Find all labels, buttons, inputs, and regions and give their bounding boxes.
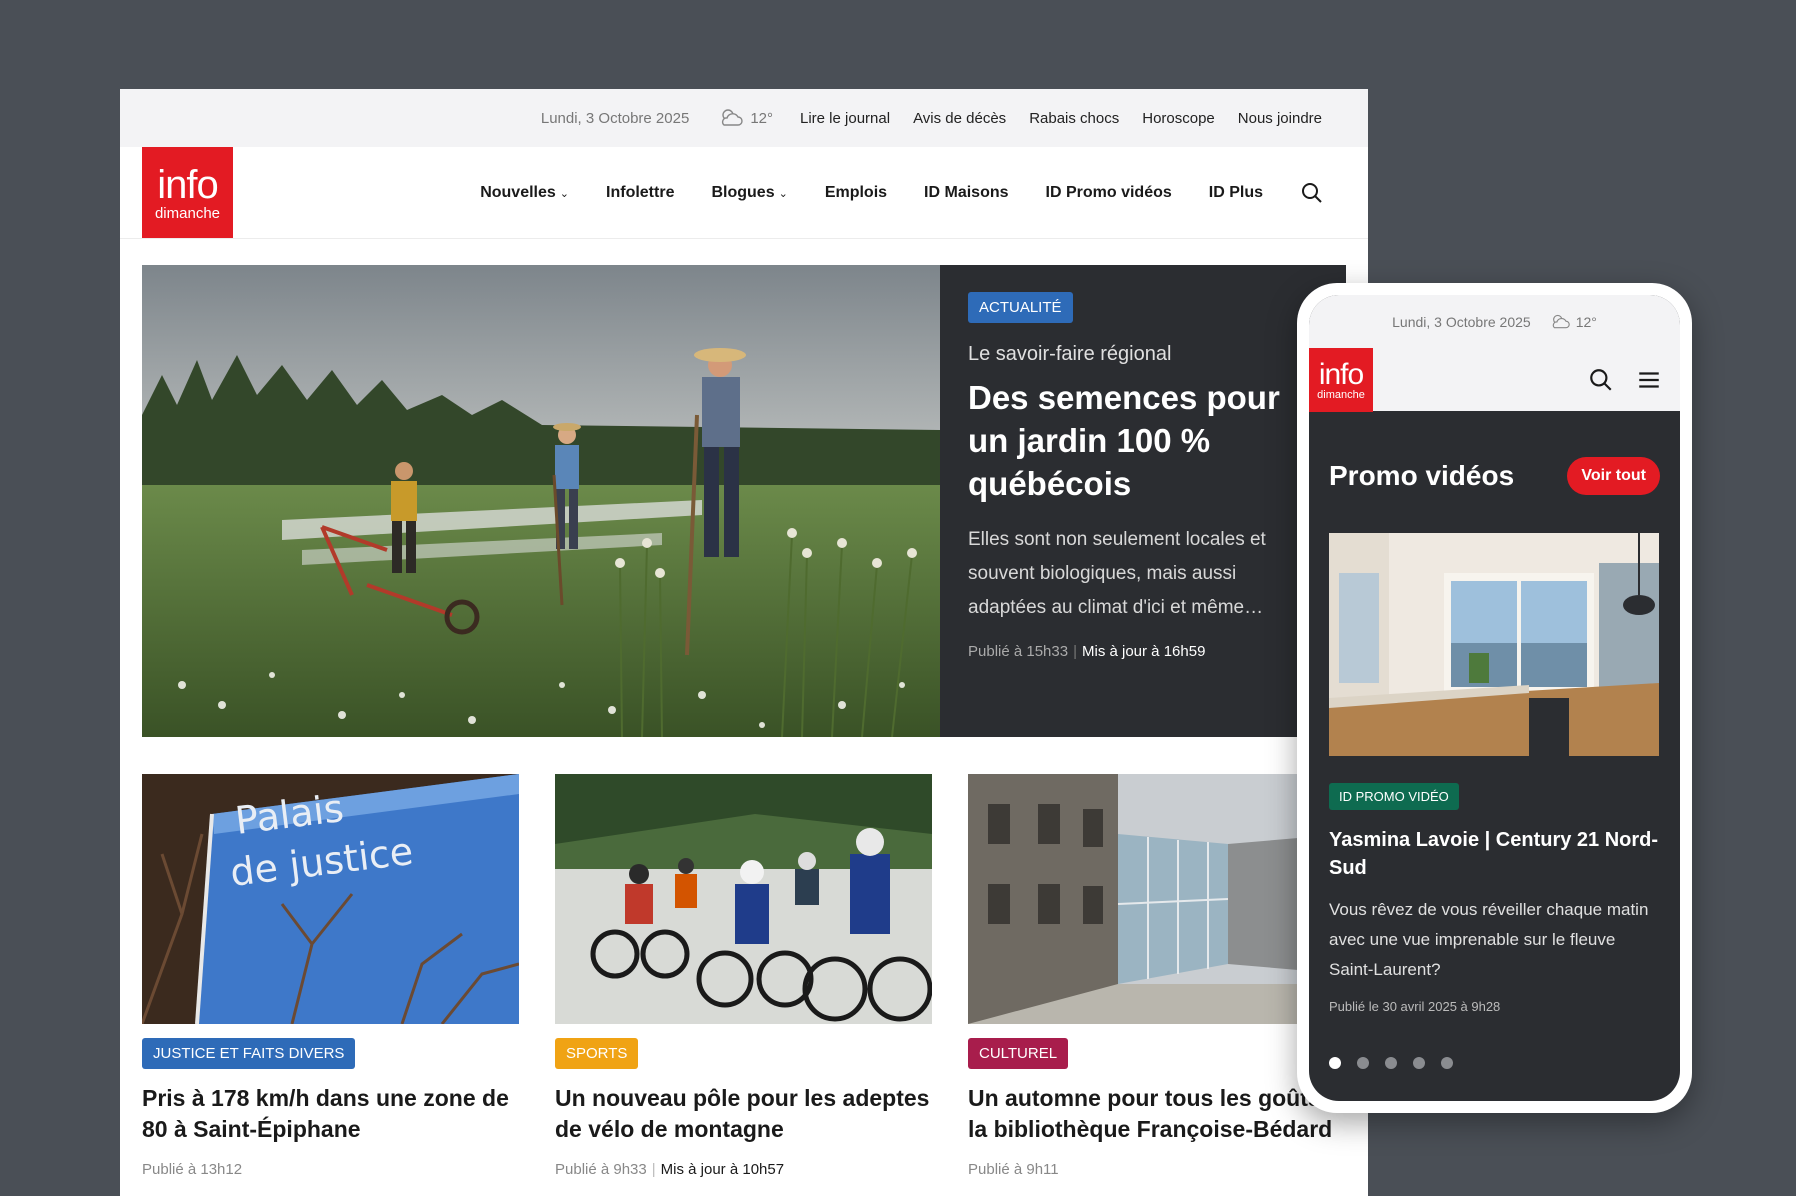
current-date: Lundi, 3 Octobre 2025 bbox=[540, 109, 690, 127]
card-meta: Publié à 9h33 | Mis à jour à 10h57 bbox=[555, 1161, 932, 1178]
promo-excerpt: Vous rêvez de vous réveiller chaque mati… bbox=[1329, 900, 1649, 979]
current-date: Lundi, 3 Octobre 2025 bbox=[1392, 314, 1531, 330]
temperature: 12° bbox=[750, 109, 773, 127]
search-icon[interactable] bbox=[1300, 181, 1324, 205]
article-card[interactable]: SPORTS Un nouveau pôle pour les adeptes … bbox=[555, 774, 932, 1178]
published-time: Publié à 9h11 bbox=[968, 1161, 1059, 1178]
library-building-illustration bbox=[968, 774, 1345, 1024]
chevron-down-icon: ⌄ bbox=[778, 187, 788, 200]
card-title[interactable]: Un automne pour tous les goûts à la bibl… bbox=[968, 1083, 1345, 1145]
nav-item-blogues[interactable]: Blogues ⌄ bbox=[711, 184, 787, 202]
nav-item-id-promo-videos[interactable]: ID Promo vidéos bbox=[1046, 184, 1172, 202]
hero-meta: Publié à 15h33 | Mis à jour à 16h59 bbox=[968, 643, 1318, 660]
cyclists-illustration bbox=[555, 774, 932, 1024]
link-lire-le-journal[interactable]: Lire le journal bbox=[800, 110, 890, 127]
phone-header: info dimanche bbox=[1309, 348, 1680, 412]
published-time: Publié à 15h33 bbox=[968, 643, 1069, 660]
hero-excerpt: Elles sont non seulement locales et souv… bbox=[968, 529, 1266, 618]
hero-text-panel: ACTUALITÉ Le savoir-faire régional Des s… bbox=[940, 265, 1346, 737]
carousel-dot[interactable] bbox=[1385, 1057, 1397, 1069]
article-cards: Palais de justice JUSTICE ET FAITS DIVER… bbox=[142, 774, 1345, 1178]
carousel-dot[interactable] bbox=[1413, 1057, 1425, 1069]
card-meta: Publié à 13h12 bbox=[142, 1161, 519, 1178]
card-image bbox=[968, 774, 1345, 1024]
phone-screen: Lundi, 3 Octobre 2025 12° info dimanche bbox=[1309, 295, 1680, 1101]
card-meta: Publié à 9h11 bbox=[968, 1161, 1345, 1178]
weather-widget: 12° bbox=[1549, 313, 1597, 331]
hero-image bbox=[142, 265, 940, 737]
phone-mockup: Lundi, 3 Octobre 2025 12° info dimanche bbox=[1297, 283, 1692, 1113]
divider: | bbox=[651, 1161, 656, 1178]
palais-de-justice-illustration: Palais de justice bbox=[142, 774, 519, 1024]
carousel-dot[interactable] bbox=[1357, 1057, 1369, 1069]
nav-label: Nouvelles bbox=[480, 183, 556, 201]
logo-text-info: info bbox=[1318, 357, 1364, 391]
link-horoscope[interactable]: Horoscope bbox=[1142, 110, 1215, 127]
kitchen-view-illustration bbox=[1329, 533, 1659, 756]
carousel-dot[interactable] bbox=[1329, 1057, 1341, 1069]
article-card[interactable]: CULTUREL Un automne pour tous les goûts … bbox=[968, 774, 1345, 1178]
card-image: Palais de justice bbox=[142, 774, 519, 1024]
chevron-down-icon: ⌄ bbox=[559, 187, 570, 200]
nav-label: Blogues bbox=[711, 183, 775, 201]
nav-item-infolettre[interactable]: Infolettre bbox=[606, 184, 674, 202]
utility-bar: Lundi, 3 Octobre 2025 12° Lire le journa… bbox=[120, 89, 1368, 147]
carousel-dots bbox=[1329, 1057, 1453, 1069]
farmers-field-illustration bbox=[142, 265, 940, 737]
main-nav: Nouvelles ⌄ Infolettre Blogues ⌄ Emplois I… bbox=[480, 181, 1324, 205]
section-header: Promo vidéos Voir tout bbox=[1329, 457, 1660, 495]
card-title[interactable]: Un nouveau pôle pour les adeptes de vélo… bbox=[555, 1083, 932, 1145]
card-title[interactable]: Pris à 178 km/h dans une zone de 80 à Sa… bbox=[142, 1083, 519, 1145]
promo-video-thumbnail[interactable] bbox=[1329, 533, 1659, 756]
category-tag[interactable]: ACTUALITÉ bbox=[968, 292, 1073, 323]
published-time: Publié à 9h33 bbox=[555, 1161, 647, 1178]
link-avis-de-deces[interactable]: Avis de décès bbox=[913, 110, 1006, 127]
nav-item-emplois[interactable]: Emplois bbox=[825, 184, 887, 202]
cloud-icon bbox=[722, 109, 743, 126]
nav-item-nouvelles[interactable]: Nouvelles ⌄ bbox=[480, 184, 569, 202]
divider: | bbox=[1073, 643, 1077, 660]
hero-title[interactable]: Des semences pour un jardin 100 % québéc… bbox=[968, 376, 1318, 505]
nav-item-id-plus[interactable]: ID Plus bbox=[1209, 184, 1263, 202]
promo-title[interactable]: Yasmina Lavoie | Century 21 Nord-Sud bbox=[1329, 826, 1660, 882]
hero-article[interactable]: ACTUALITÉ Le savoir-faire régional Des s… bbox=[142, 265, 1346, 737]
see-all-button[interactable]: Voir tout bbox=[1567, 457, 1660, 495]
category-tag[interactable]: SPORTS bbox=[555, 1038, 639, 1069]
search-icon[interactable] bbox=[1588, 367, 1614, 393]
cloud-icon bbox=[1552, 314, 1570, 329]
nav-item-id-maisons[interactable]: ID Maisons bbox=[924, 184, 1008, 202]
card-image bbox=[555, 774, 932, 1024]
logo-text-info: info bbox=[157, 162, 218, 207]
phone-utility-bar: Lundi, 3 Octobre 2025 12° bbox=[1309, 295, 1680, 349]
phone-header-icons bbox=[1588, 367, 1662, 393]
published-time: Publié à 13h12 bbox=[142, 1161, 243, 1178]
desktop-mockup: Lundi, 3 Octobre 2025 12° Lire le journa… bbox=[120, 89, 1368, 1196]
promo-videos-section: Promo vidéos Voir tout ID PROMO VIDÉO Ya… bbox=[1309, 457, 1680, 1014]
category-tag[interactable]: CULTUREL bbox=[968, 1038, 1069, 1069]
hero-kicker: Le savoir-faire régional bbox=[968, 343, 1172, 365]
carousel-dot[interactable] bbox=[1441, 1057, 1453, 1069]
logo-text-dimanche: dimanche bbox=[1317, 388, 1365, 401]
updated-time: Mis à jour à 10h57 bbox=[660, 1161, 785, 1178]
weather-widget: 12° bbox=[718, 107, 773, 129]
category-tag[interactable]: ID PROMO VIDÉO bbox=[1329, 783, 1459, 810]
logo-text-dimanche: dimanche bbox=[154, 204, 221, 222]
article-card[interactable]: Palais de justice JUSTICE ET FAITS DIVER… bbox=[142, 774, 519, 1178]
hamburger-menu-icon[interactable] bbox=[1636, 367, 1662, 393]
category-tag[interactable]: JUSTICE ET FAITS DIVERS bbox=[142, 1038, 356, 1069]
link-rabais-chocs[interactable]: Rabais chocs bbox=[1029, 110, 1119, 127]
site-logo[interactable]: info dimanche bbox=[1309, 348, 1373, 412]
temperature: 12° bbox=[1575, 314, 1597, 330]
section-title: Promo vidéos bbox=[1329, 460, 1515, 491]
site-logo[interactable]: info dimanche bbox=[142, 147, 233, 238]
updated-time: Mis à jour à 16h59 bbox=[1082, 643, 1206, 660]
published-time: Publié le 30 avril 2025 à 9h28 bbox=[1329, 999, 1501, 1014]
main-header: info dimanche Nouvelles ⌄ Infolettre Blog… bbox=[120, 147, 1368, 239]
link-nous-joindre[interactable]: Nous joindre bbox=[1238, 110, 1322, 127]
